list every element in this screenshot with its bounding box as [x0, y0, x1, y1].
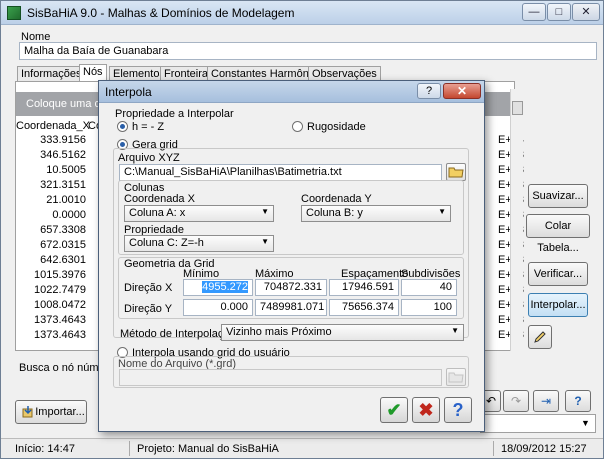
dir-x-sub-field[interactable]: 40: [401, 279, 457, 296]
status-separator: [493, 441, 494, 456]
propriedade-select[interactable]: Coluna C: Z=-h ▼: [124, 235, 274, 252]
app-logo-icon: [7, 6, 21, 20]
x-values-column: 333.9156 346.5162 10.5005 321.3151 21.0010 0.…: [16, 134, 88, 344]
dir-y-sub-field[interactable]: 100: [401, 299, 457, 316]
status-bar: Início: 14:47 Projeto: Manual do SisBaHi…: [1, 438, 603, 458]
table-row[interactable]: 1373.4643: [16, 329, 88, 344]
chevron-down-icon: ▼: [451, 326, 459, 335]
table-row[interactable]: 1022.7479: [16, 284, 88, 299]
maximize-button[interactable]: □: [547, 3, 571, 21]
radio-h[interactable]: [117, 121, 128, 132]
propriedade-value: Coluna C: Z=-h: [129, 237, 204, 249]
cancel-button[interactable]: ✖: [412, 397, 440, 423]
dir-y-esp-field[interactable]: 75656.374: [329, 299, 399, 316]
table-row[interactable]: 642.6301: [16, 254, 88, 269]
tab-observacoes[interactable]: Observações: [308, 66, 381, 81]
exit-button[interactable]: ⇥: [533, 390, 559, 412]
close-button[interactable]: ✕: [572, 3, 600, 21]
bottom-combo[interactable]: ▼: [480, 414, 596, 433]
dir-x-max-field[interactable]: 704872.331: [255, 279, 327, 296]
pencil-icon: [534, 331, 546, 343]
table-row[interactable]: 672.0315: [16, 239, 88, 254]
metodo-value: Vizinho mais Próximo: [226, 326, 332, 338]
verificar-button[interactable]: Verificar...: [528, 262, 588, 286]
coord-y-select[interactable]: Coluna B: y ▼: [301, 205, 451, 222]
grid-scrollbar[interactable]: [510, 89, 523, 351]
name-input[interactable]: [19, 42, 597, 60]
table-row[interactable]: 657.3308: [16, 224, 88, 239]
folder-icon: [448, 167, 464, 178]
tab-informacoes[interactable]: Informações: [17, 66, 86, 81]
browse-grd-button[interactable]: [446, 368, 466, 386]
coord-x-value: Coluna A: x: [129, 207, 186, 219]
importar-label: Importar...: [35, 406, 85, 418]
interpola-dialog: Interpola ? ✕ Propriedade a Interpolar h…: [98, 80, 485, 432]
nome-arquivo-field[interactable]: [119, 369, 442, 386]
ok-button[interactable]: ✔: [380, 397, 408, 423]
coord-x-label: Coordenada X: [124, 193, 195, 205]
dialog-help-bottom-button[interactable]: ?: [444, 397, 472, 423]
table-row[interactable]: 321.3151: [16, 179, 88, 194]
coord-y-label: Coordenada Y: [301, 193, 372, 205]
column-header-x[interactable]: Coordenada_X: [16, 120, 90, 132]
dir-x-min-field[interactable]: 4955.272: [183, 279, 253, 296]
table-row[interactable]: 0.0000: [16, 209, 88, 224]
dir-x-label: Direção X: [124, 282, 173, 294]
dir-y-label: Direção Y: [124, 303, 173, 315]
main-titlebar[interactable]: SisBaHiA 9.0 - Malhas & Domínios de Mode…: [1, 1, 603, 25]
coord-x-select[interactable]: Coluna A: x ▼: [124, 205, 274, 222]
dir-y-max-field[interactable]: 7489981.071: [255, 299, 327, 316]
radio-h-label[interactable]: h = - Z: [132, 121, 164, 133]
dialog-close-button[interactable]: ✕: [443, 83, 481, 99]
status-data: 18/09/2012 15:27: [501, 443, 587, 455]
arquivo-path-field[interactable]: C:\Manual_SisBaHiA\Planilhas\Batimetria.…: [119, 164, 442, 181]
coord-y-value: Coluna B: y: [306, 207, 363, 219]
table-row[interactable]: 1008.0472: [16, 299, 88, 314]
chevron-down-icon: ▼: [261, 237, 269, 246]
chevron-down-icon: ▼: [261, 207, 269, 216]
radio-rugosidade[interactable]: [292, 121, 303, 132]
browse-arquivo-button[interactable]: [446, 163, 466, 181]
table-row[interactable]: 333.9156: [16, 134, 88, 149]
importar-button[interactable]: Importar...: [15, 400, 87, 424]
metodo-select[interactable]: Vizinho mais Próximo ▼: [221, 324, 464, 341]
dialog-titlebar[interactable]: Interpola ? ✕: [99, 81, 484, 103]
table-row[interactable]: 10.5005: [16, 164, 88, 179]
import-icon: [22, 406, 33, 418]
table-row[interactable]: 21.0010: [16, 194, 88, 209]
dialog-help-button[interactable]: ?: [417, 83, 441, 99]
edit-pencil-button[interactable]: [528, 325, 552, 349]
table-row[interactable]: 1373.4643: [16, 314, 88, 329]
suavizar-button[interactable]: Suavizar...: [528, 184, 588, 208]
status-separator: [129, 441, 130, 456]
help-button[interactable]: ?: [565, 390, 591, 412]
dir-y-min-field[interactable]: 0.000: [183, 299, 253, 316]
prop-label: Propriedade a Interpolar: [115, 108, 234, 120]
chevron-down-icon: ▼: [581, 418, 590, 428]
redo-button[interactable]: ↷: [503, 390, 529, 412]
dir-x-min-value: 4955.272: [202, 281, 248, 293]
minimize-button[interactable]: —: [522, 3, 546, 21]
status-inicio: Início: 14:47: [15, 443, 75, 455]
dir-x-esp-field[interactable]: 17946.591: [329, 279, 399, 296]
interpolar-button[interactable]: Interpolar...: [528, 293, 588, 317]
arquivo-label: Arquivo XYZ: [118, 152, 180, 164]
scrollbar-thumb[interactable]: [512, 101, 523, 115]
chevron-down-icon: ▼: [438, 207, 446, 216]
status-projeto: Projeto: Manual do SisBaHiA: [137, 443, 279, 455]
table-row[interactable]: 346.5162: [16, 149, 88, 164]
colar-tabela-button[interactable]: Colar Tabela...: [526, 214, 590, 254]
radio-rugosidade-label[interactable]: Rugosidade: [307, 121, 366, 133]
dialog-title: Interpola: [105, 85, 152, 99]
table-row[interactable]: 1015.3976: [16, 269, 88, 284]
folder-icon: [448, 372, 464, 383]
app-title: SisBaHiA 9.0 - Malhas & Domínios de Mode…: [27, 6, 295, 20]
